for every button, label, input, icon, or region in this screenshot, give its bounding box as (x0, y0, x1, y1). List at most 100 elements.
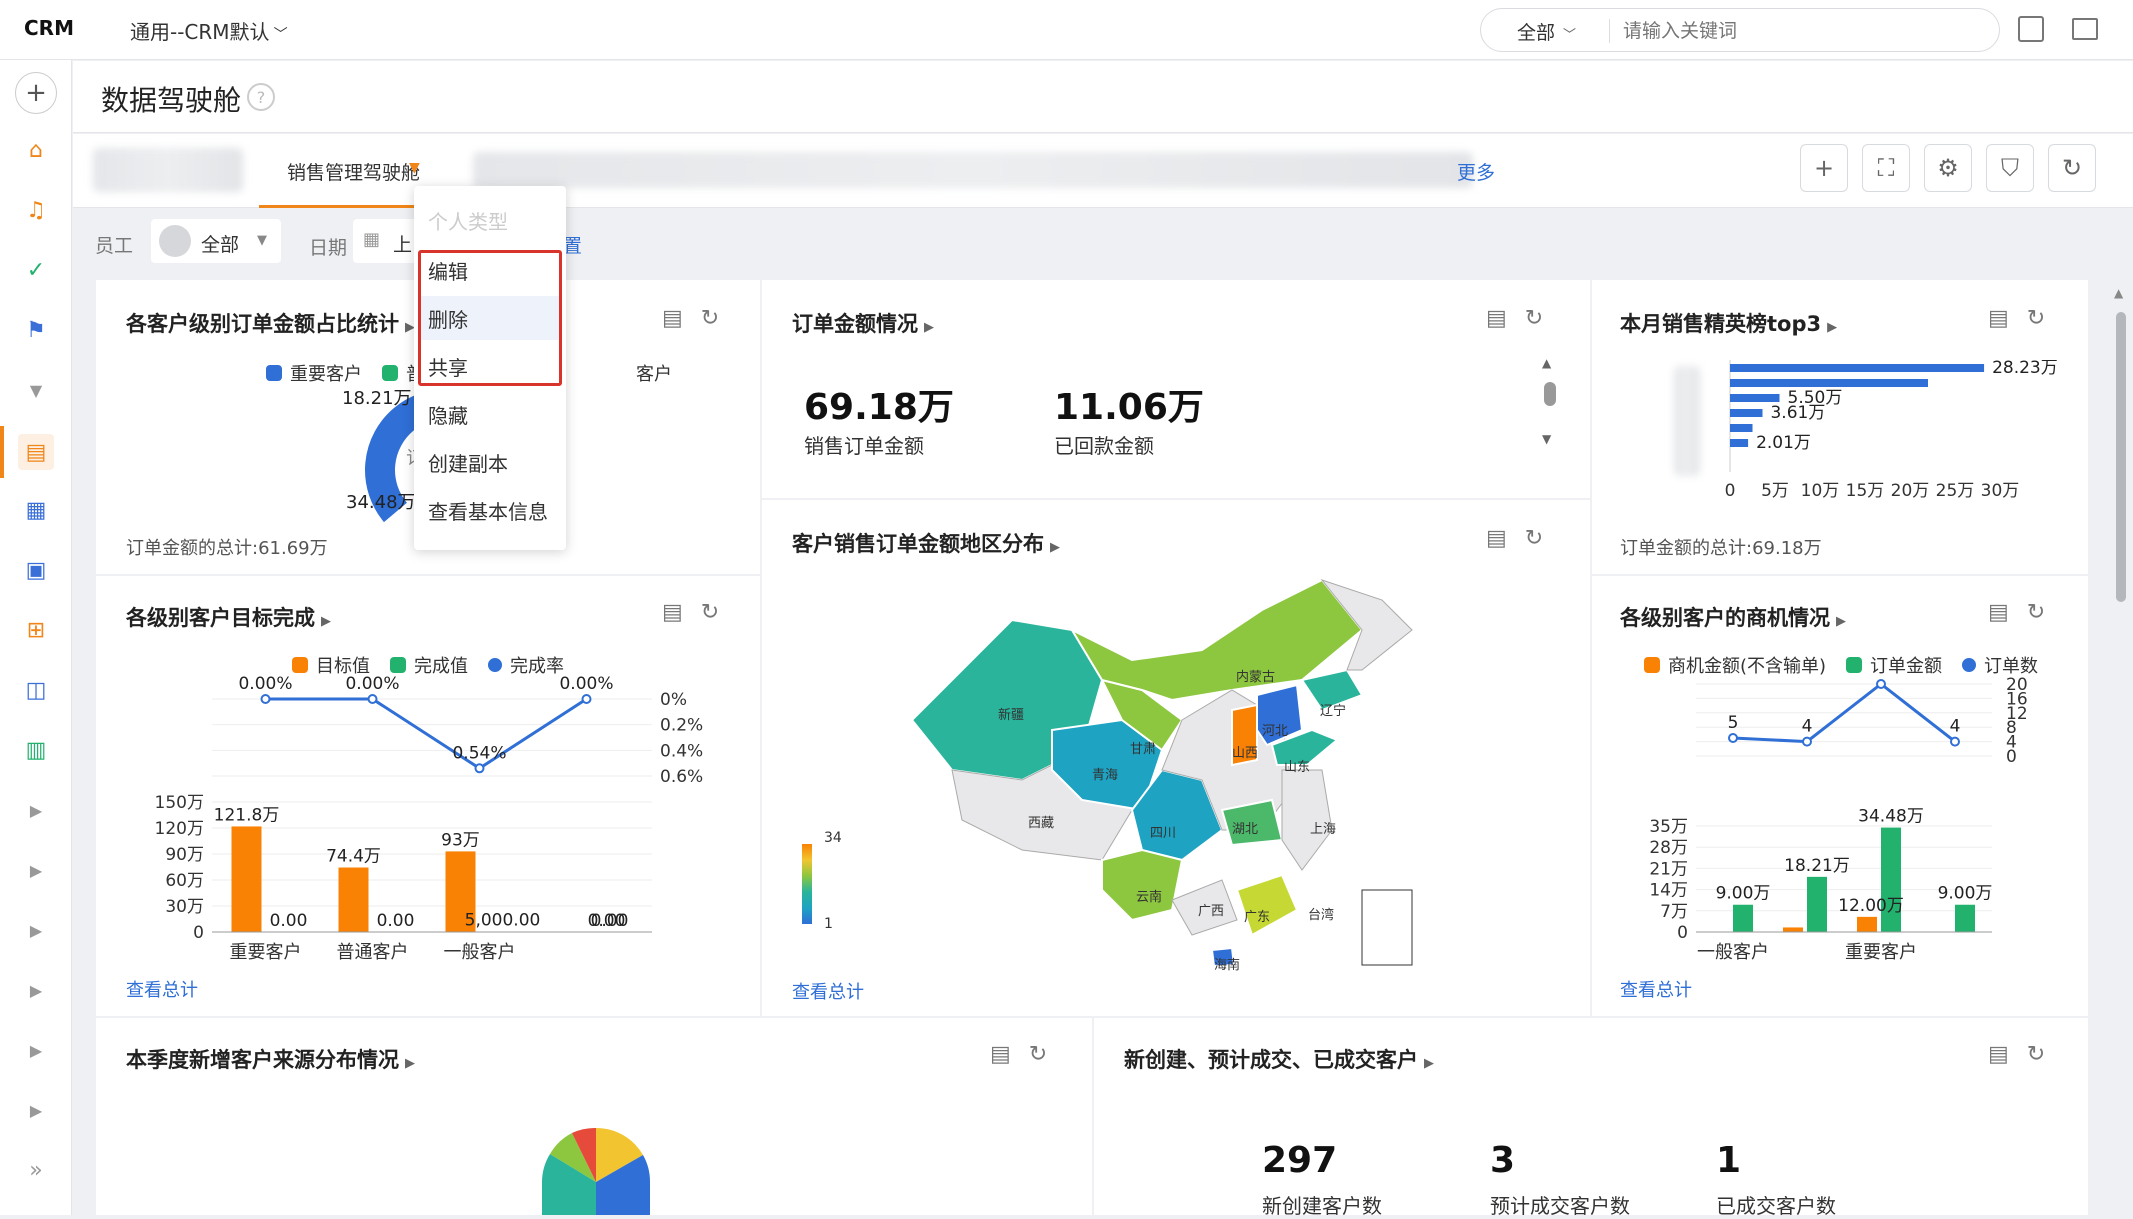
add-button[interactable]: + (15, 72, 57, 114)
card-title[interactable]: 各客户级别订单金额占比统计 ▶ (126, 308, 415, 338)
card-tools: ▤ ↻ (1468, 526, 1543, 551)
calendar-icon[interactable]: ▦ (18, 492, 54, 528)
province-label: 甘肃 (1130, 742, 1157, 757)
search-box[interactable]: 全部 ﹀ (1480, 8, 2000, 52)
bell-icon[interactable]: ♫ (18, 192, 54, 228)
chevron-right-icon[interactable]: ▶ (18, 1032, 54, 1068)
table-icon[interactable]: ▤ (1486, 306, 1507, 331)
caret-right-icon: ▶ (924, 320, 934, 335)
divider (1609, 19, 1610, 43)
chevron-right-icon[interactable]: ▶ (18, 792, 54, 828)
card-source-dist: 本季度新增客户来源分布情况 ▶ ▤ ↻ (96, 1018, 1092, 1215)
legend-item[interactable]: 完成率 (485, 652, 564, 678)
menu-item-info[interactable]: 查看基本信息 (428, 496, 548, 525)
chevron-right-icon[interactable]: ▶ (18, 1092, 54, 1128)
caret-down-icon[interactable]: ▼ (409, 160, 420, 176)
highlight-box (418, 250, 562, 386)
scroll-thumb[interactable] (1544, 382, 1556, 406)
scroll-up-icon[interactable]: ▲ (1542, 356, 1551, 370)
card-title[interactable]: 本季度新增客户来源分布情况 ▶ (126, 1044, 415, 1074)
fullscreen-icon[interactable]: ⛶ (1862, 144, 1910, 192)
table-icon[interactable]: ▤ (662, 600, 683, 625)
check-circle-icon[interactable]: ✓ (18, 252, 54, 288)
refresh-icon[interactable]: ↻ (2048, 144, 2096, 192)
card-region-map: 客户销售订单金额地区分布 ▶ ▤ ↻ 新疆 西藏 青海 甘肃 内蒙古 四川 云南 广… (762, 500, 1590, 1016)
line-point (1950, 736, 1960, 747)
refresh-icon[interactable]: ↻ (1525, 526, 1543, 551)
table-icon[interactable]: ▤ (1486, 526, 1507, 551)
add-button[interactable]: + (1800, 144, 1848, 192)
blurred-tabs[interactable] (473, 152, 1473, 188)
document-icon[interactable]: ▥ (18, 732, 54, 768)
refresh-icon[interactable]: ↻ (2027, 600, 2045, 625)
legend-item[interactable]: 目标值 (292, 652, 370, 678)
more-tabs-link[interactable]: 更多 (1457, 158, 1495, 185)
menu-item-copy[interactable]: 创建副本 (428, 448, 508, 477)
legend-item[interactable]: 完成值 (390, 652, 468, 678)
add-doc-icon[interactable]: ⊞ (18, 612, 54, 648)
shield-icon[interactable]: ⛉ (1986, 144, 2034, 192)
data-label: 121.8万 (214, 805, 280, 825)
employee-label: 员工 (95, 235, 134, 257)
table-icon[interactable]: ▤ (1988, 306, 2009, 331)
card-title[interactable]: 各级别客户的商机情况 ▶ (1620, 602, 1846, 632)
dashboard-icon[interactable]: ▤ (18, 434, 54, 470)
refresh-icon[interactable]: ↻ (2027, 1042, 2045, 1067)
table-icon[interactable]: ▤ (990, 1042, 1011, 1067)
menu-item-hide[interactable]: 隐藏 (428, 400, 468, 429)
table-icon[interactable]: ▤ (1988, 1042, 2009, 1067)
y-tick-label: 150万 (155, 793, 204, 813)
search-scope-select[interactable]: 全部 ﹀ (1517, 18, 1576, 45)
report-icon[interactable] (2018, 16, 2044, 42)
legend-item[interactable]: 商机金额(不含输单) (1644, 652, 1826, 678)
refresh-icon[interactable]: ↻ (701, 306, 719, 331)
legend-item[interactable]: 订单数 (1959, 652, 2038, 678)
card-title[interactable]: 订单金额情况 ▶ (792, 308, 934, 338)
view-total-link[interactable]: 查看总计 (792, 978, 864, 1004)
view-total-link[interactable]: 查看总计 (126, 976, 198, 1002)
refresh-icon[interactable]: ↻ (2027, 306, 2045, 331)
x-tick-label: 30万 (1981, 481, 2020, 501)
tab-context-menu: 个人类型 编辑 删除 共享 隐藏 创建副本 查看基本信息 (414, 186, 566, 550)
chevron-down-icon[interactable]: ▼ (18, 372, 54, 408)
y-tick-label: 0 (193, 923, 204, 943)
blurred-tab[interactable] (93, 148, 243, 192)
workspace-selector[interactable]: 通用--CRM默认 ﹀ (130, 16, 288, 45)
main-scrollbar[interactable]: ▲ (2114, 286, 2128, 1215)
card-title[interactable]: 客户销售订单金额地区分布 ▶ (792, 528, 1060, 558)
flag-icon[interactable]: ⚑ (18, 312, 54, 348)
y2-tick-label: 0.2% (660, 716, 703, 736)
chevron-right-icon[interactable]: ▶ (18, 852, 54, 888)
home-icon[interactable]: ⌂ (18, 132, 54, 168)
chevron-right-icon[interactable]: ▶ (18, 912, 54, 948)
report-icon[interactable]: ▣ (18, 552, 54, 588)
employee-select[interactable]: 全部 ▼ (151, 219, 281, 263)
legend-item[interactable]: 订单金额 (1846, 652, 1942, 678)
expand-icon[interactable]: » (18, 1152, 54, 1188)
scroll-thumb[interactable] (2116, 312, 2126, 602)
scroll-down-icon[interactable]: ▼ (1542, 432, 1551, 446)
refresh-icon[interactable]: ↻ (1029, 1042, 1047, 1067)
table-icon[interactable]: ▤ (1988, 600, 2009, 625)
analysis-icon[interactable]: ◫ (18, 672, 54, 708)
window-icon[interactable] (2072, 18, 2098, 40)
table-icon[interactable]: ▤ (662, 306, 683, 331)
data-label: 34.48万 (1858, 807, 1924, 827)
view-total-link[interactable]: 查看总计 (1620, 976, 1692, 1002)
scroll-up-icon[interactable]: ▲ (2114, 286, 2123, 300)
bar (1730, 379, 1928, 387)
region-yunnan (1101, 848, 1184, 922)
gear-icon[interactable]: ⚙ (1924, 144, 1972, 192)
card-title[interactable]: 各级别客户目标完成 ▶ (126, 602, 331, 632)
search-input[interactable] (1623, 17, 1963, 45)
tab-active[interactable]: 销售管理驾驶舱 ▼ (259, 134, 425, 208)
bar (1730, 409, 1763, 417)
card-title[interactable]: 本月销售精英榜top3 ▶ (1620, 308, 1837, 338)
refresh-icon[interactable]: ↻ (1525, 306, 1543, 331)
province-label: 广东 (1244, 910, 1271, 925)
card-title[interactable]: 新创建、预计成交、已成交客户 ▶ (1124, 1044, 1434, 1074)
data-label: 0.00% (345, 676, 399, 694)
refresh-icon[interactable]: ↻ (701, 600, 719, 625)
chevron-right-icon[interactable]: ▶ (18, 972, 54, 1008)
help-icon[interactable]: ? (247, 83, 275, 111)
